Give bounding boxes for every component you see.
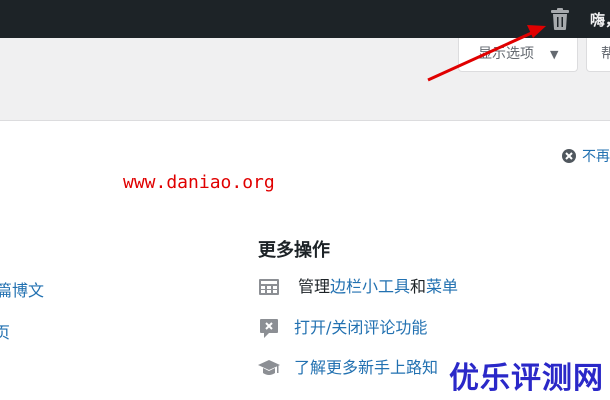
screen-options-label: 显示选项 — [478, 46, 534, 62]
write-post-link[interactable]: 篇博文 — [0, 277, 44, 301]
widgets-link[interactable]: 边栏小工具 — [330, 277, 410, 296]
greeting-text[interactable]: 嗨， — [590, 9, 610, 30]
layout-icon — [259, 279, 279, 295]
chevron-down-icon: ▼ — [550, 48, 559, 61]
dismiss-circle-icon — [562, 149, 576, 163]
more-actions-heading: 更多操作 — [258, 240, 330, 261]
view-site-link[interactable]: 页 — [0, 319, 10, 343]
brand-watermark: 优乐评测网 — [449, 361, 604, 396]
graduation-cap-icon — [258, 360, 280, 375]
and-text: 和 — [410, 277, 427, 296]
help-button[interactable]: 帮 — [586, 38, 610, 72]
trash-icon[interactable] — [549, 7, 571, 31]
help-label: 帮 — [601, 46, 610, 62]
screen-options-button[interactable]: 显示选项 ▼ — [458, 38, 578, 72]
dismiss-label: 不再 — [582, 149, 610, 165]
comment-x-icon — [260, 319, 278, 338]
admin-bar: 嗨， — [0, 0, 610, 38]
watermark-text: www.daniao.org — [123, 172, 275, 193]
dismiss-link[interactable]: 不再 — [561, 146, 610, 166]
menus-link[interactable]: 菜单 — [426, 277, 458, 296]
manage-widgets-text: 管理边栏小工具和菜单 — [298, 276, 458, 298]
manage-prefix: 管理 — [298, 277, 331, 296]
learn-more-link[interactable]: 了解更多新手上路知 — [294, 357, 438, 379]
toggle-comments-link[interactable]: 打开/关闭评论功能 — [294, 317, 427, 339]
